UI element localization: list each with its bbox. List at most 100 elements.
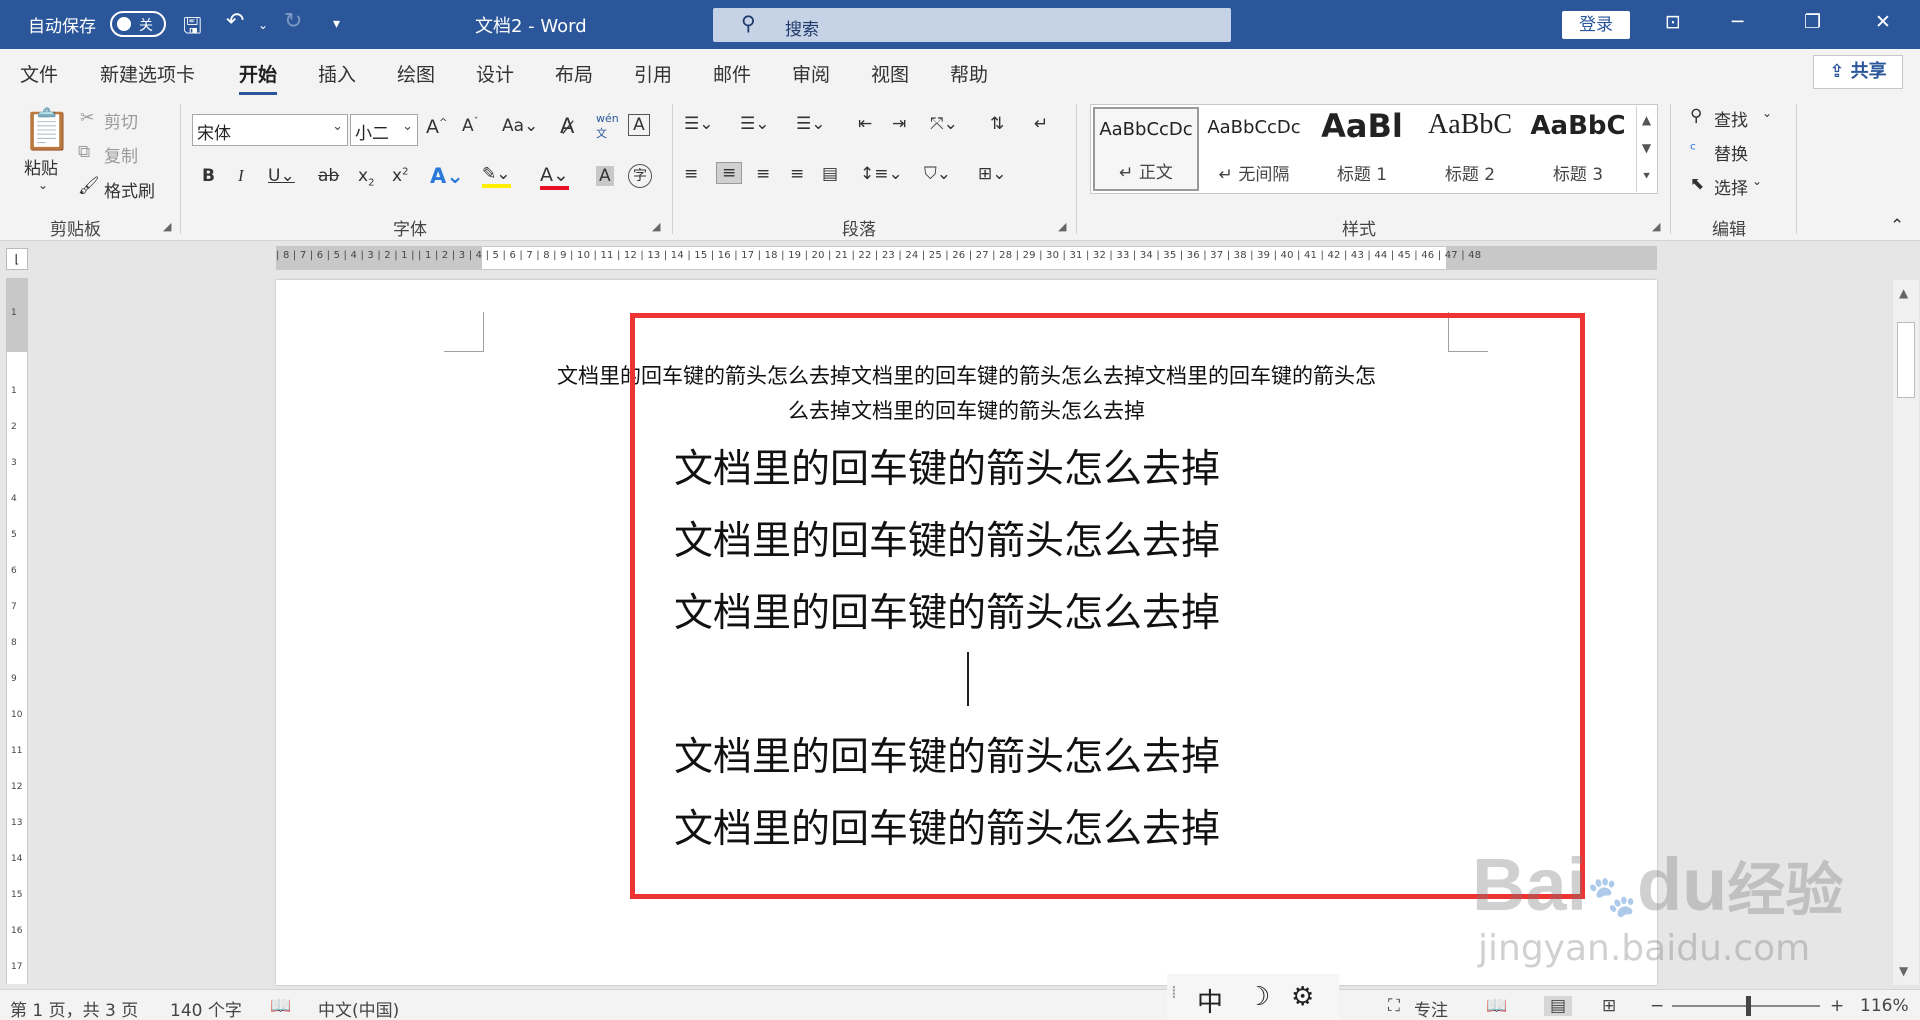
replace-icon[interactable]: ᶜ bbox=[1690, 140, 1696, 160]
horizontal-ruler[interactable]: | 8 | 7 | 6 | 5 | 4 | 3 | 2 | 1 | | 1 | … bbox=[276, 246, 1657, 270]
highlight-icon[interactable]: ✎⌄ bbox=[482, 164, 511, 188]
underline-icon[interactable]: U⌄ bbox=[268, 166, 295, 186]
scroll-up-icon[interactable]: ▲ bbox=[1637, 106, 1656, 134]
paragraph-launcher-icon[interactable]: ◢ bbox=[1058, 220, 1066, 233]
word-count[interactable]: 140 个字 bbox=[170, 996, 242, 1020]
restore-icon[interactable]: ❐ bbox=[1804, 11, 1821, 33]
scrollbar-thumb[interactable] bbox=[1897, 322, 1915, 398]
more-styles-icon[interactable]: ⯆ bbox=[1637, 162, 1656, 190]
tab-insert[interactable]: 插入 bbox=[318, 60, 356, 87]
minimize-icon[interactable]: ─ bbox=[1732, 11, 1743, 33]
format-painter-icon[interactable]: 🖌 bbox=[78, 176, 100, 196]
zoom-slider[interactable] bbox=[1672, 996, 1820, 1016]
shrink-font-icon[interactable]: Aˇ bbox=[462, 116, 479, 136]
page-count[interactable]: 第 1 页，共 3 页 bbox=[10, 996, 138, 1020]
search-box[interactable]: ⚲ 搜索 bbox=[713, 8, 1231, 42]
chevron-down-icon[interactable]: ⌄ bbox=[1752, 174, 1762, 188]
ime-mode[interactable]: 中 bbox=[1197, 982, 1223, 1019]
paste-icon[interactable]: 📋 bbox=[22, 106, 72, 153]
paste-button[interactable]: 粘贴 bbox=[24, 154, 58, 179]
chevron-down-icon[interactable]: ⌄ bbox=[1762, 106, 1772, 120]
font-size-select[interactable]: 小二 ⌄ bbox=[350, 114, 418, 146]
ime-drag-handle[interactable]: ⁞ bbox=[1171, 982, 1177, 1003]
bullets-icon[interactable]: ☰⌄ bbox=[684, 114, 713, 134]
select-button[interactable]: 选择 bbox=[1714, 174, 1748, 199]
align-left-icon[interactable]: ≡ bbox=[684, 164, 698, 184]
increase-indent-icon[interactable]: ⇥ bbox=[892, 114, 906, 134]
tab-view[interactable]: 视图 bbox=[871, 60, 909, 87]
undo-icon[interactable]: ↶ bbox=[226, 9, 244, 34]
scroll-down-icon[interactable]: ▼ bbox=[1899, 964, 1908, 978]
character-shading-icon[interactable]: A bbox=[596, 166, 614, 186]
focus-icon[interactable]: ⛶ bbox=[1388, 996, 1400, 1016]
clipboard-launcher-icon[interactable]: ◢ bbox=[163, 220, 171, 233]
align-right-icon[interactable]: ≡ bbox=[756, 164, 770, 184]
share-button[interactable]: ⇪ 共享 bbox=[1813, 55, 1903, 89]
autosave-toggle[interactable]: 关 bbox=[110, 11, 166, 37]
justify-icon[interactable]: ≡ bbox=[790, 164, 804, 184]
shading-icon[interactable]: ⛉⌄ bbox=[924, 164, 951, 184]
style-heading-3[interactable]: AaBbC 标题 3 bbox=[1525, 107, 1631, 191]
style-no-spacing[interactable]: AaBbCcDc ↵ 无间隔 bbox=[1201, 107, 1307, 191]
phonetic-guide-icon[interactable]: wén 文 bbox=[596, 112, 619, 141]
web-layout-icon[interactable]: ⊞ bbox=[1602, 996, 1616, 1016]
scroll-down-icon[interactable]: ▼ bbox=[1637, 134, 1656, 162]
distributed-icon[interactable]: ▤ bbox=[822, 164, 838, 184]
chinese-layout-icon[interactable]: ⤧⌄ bbox=[930, 114, 958, 134]
style-heading-1[interactable]: AaBl 标题 1 bbox=[1309, 107, 1415, 191]
customize-toolbar-icon[interactable]: ▾ bbox=[333, 16, 340, 32]
font-family-select[interactable]: 宋体 ⌄ bbox=[192, 114, 348, 146]
format-painter-button[interactable]: 格式刷 bbox=[104, 177, 155, 202]
change-case-icon[interactable]: Aa⌄ bbox=[502, 116, 538, 136]
close-icon[interactable]: ✕ bbox=[1875, 11, 1891, 33]
line-spacing-icon[interactable]: ↕≡⌄ bbox=[860, 164, 903, 184]
tab-review[interactable]: 审阅 bbox=[792, 60, 830, 87]
superscript-icon[interactable]: x2 bbox=[392, 166, 408, 186]
tab-home[interactable]: 开始 bbox=[239, 60, 278, 95]
focus-button[interactable]: 专注 bbox=[1414, 996, 1448, 1020]
tab-mailings[interactable]: 邮件 bbox=[713, 60, 751, 87]
multilevel-list-icon[interactable]: ☰⌄ bbox=[796, 114, 825, 134]
align-center-icon[interactable]: ≡ bbox=[716, 162, 743, 184]
zoom-out-icon[interactable]: − bbox=[1650, 996, 1664, 1016]
save-icon[interactable]: 🖫 bbox=[183, 9, 202, 47]
gear-icon[interactable]: ⚙ bbox=[1291, 982, 1314, 1012]
tab-layout[interactable]: 布局 bbox=[555, 60, 593, 87]
select-icon[interactable]: ⬉ bbox=[1690, 174, 1704, 194]
tab-references[interactable]: 引用 bbox=[634, 60, 672, 87]
enclose-characters-icon[interactable]: 字 bbox=[628, 164, 652, 188]
font-launcher-icon[interactable]: ◢ bbox=[652, 220, 660, 233]
print-layout-icon[interactable]: ▤ bbox=[1544, 996, 1573, 1016]
vertical-scrollbar[interactable]: ▲ ▼ bbox=[1893, 280, 1919, 985]
tab-selector[interactable]: ⌊ bbox=[6, 248, 28, 270]
tab-design[interactable]: 设计 bbox=[476, 60, 514, 87]
clear-formatting-icon[interactable]: A̷ bbox=[560, 114, 574, 138]
numbering-icon[interactable]: ☰⌄ bbox=[740, 114, 769, 134]
find-button[interactable]: 查找 bbox=[1714, 106, 1748, 131]
vertical-ruler[interactable]: 1 123 456 789 10 11 12 13 14 15 16 17 bbox=[6, 278, 28, 984]
moon-icon[interactable]: ☽ bbox=[1247, 982, 1270, 1012]
find-icon[interactable]: ⚲ bbox=[1690, 106, 1702, 126]
subscript-icon[interactable]: x2 bbox=[358, 166, 374, 188]
character-border-icon[interactable]: A bbox=[628, 114, 650, 136]
ribbon-display-icon[interactable]: ⊡ bbox=[1665, 11, 1681, 33]
collapse-ribbon-icon[interactable]: ⌃ bbox=[1890, 216, 1904, 236]
zoom-level[interactable]: 116% bbox=[1860, 996, 1909, 1016]
undo-dropdown-icon[interactable]: ⌄ bbox=[258, 18, 268, 32]
style-heading-2[interactable]: AaBbC 标题 2 bbox=[1417, 107, 1523, 191]
strikethrough-icon[interactable]: ab bbox=[318, 166, 339, 186]
paste-dropdown-icon[interactable]: ⌄ bbox=[38, 178, 48, 192]
bold-icon[interactable]: B bbox=[202, 166, 215, 186]
language-status[interactable]: 中文(中国) bbox=[318, 996, 399, 1020]
tab-help[interactable]: 帮助 bbox=[950, 60, 988, 87]
login-button[interactable]: 登录 bbox=[1562, 11, 1630, 39]
style-normal[interactable]: AaBbCcDc ↵ 正文 bbox=[1093, 107, 1199, 191]
borders-icon[interactable]: ⊞⌄ bbox=[978, 164, 1007, 184]
font-color-icon[interactable]: A⌄ bbox=[540, 164, 569, 190]
scroll-up-icon[interactable]: ▲ bbox=[1899, 286, 1908, 300]
italic-icon[interactable]: I bbox=[238, 166, 244, 186]
sort-icon[interactable]: ⇅ bbox=[990, 114, 1004, 134]
zoom-slider-thumb[interactable] bbox=[1746, 996, 1751, 1016]
tab-draw[interactable]: 绘图 bbox=[397, 60, 435, 87]
zoom-in-icon[interactable]: + bbox=[1830, 996, 1844, 1016]
